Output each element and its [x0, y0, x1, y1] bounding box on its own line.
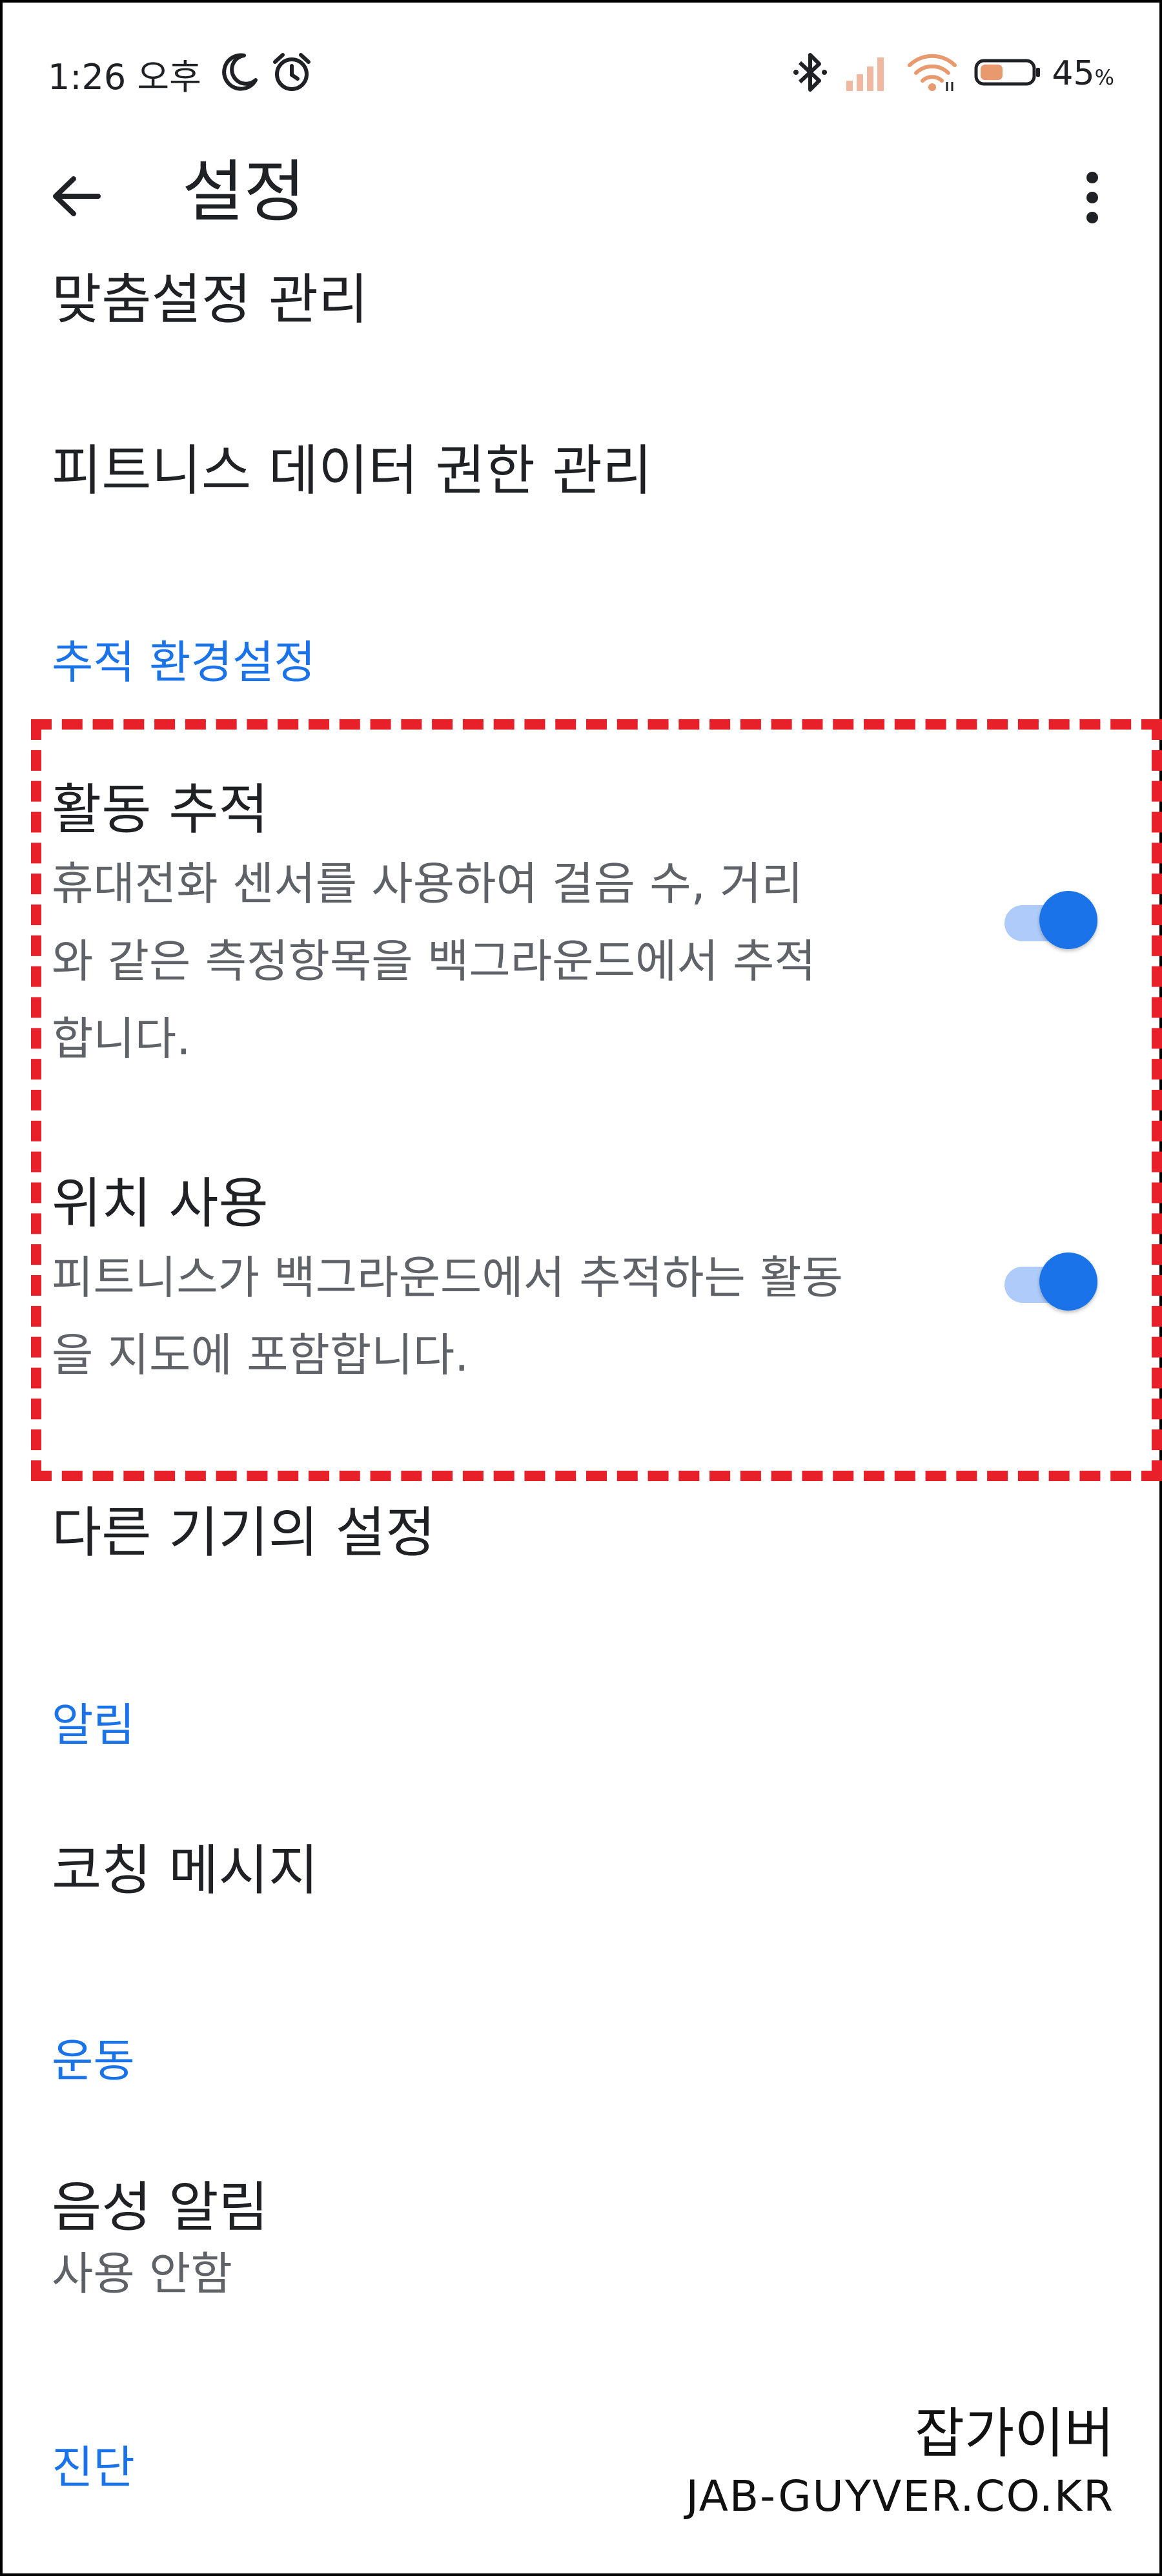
battery-percent: 45% [1052, 54, 1114, 93]
item-title: 코칭 메시지 [52, 1839, 319, 1902]
screen: 1:26 오후 45% 설정 맞춤설정 관리 피트니스 데이터 권한 관리 추적… [0, 0, 1162, 2576]
watermark-korean: 잡가이버 [914, 2402, 1114, 2465]
item-title: 피트니스 데이터 권한 관리 [52, 439, 653, 502]
section-header-diagnostics: 진단 [52, 2441, 135, 2494]
status-left: 1:26 오후 [48, 43, 314, 105]
status-bar: 1:26 오후 45% [48, 43, 1114, 105]
highlight-box [31, 719, 1162, 1481]
more-vert-icon [1086, 172, 1098, 223]
list-item-other-devices[interactable]: 다른 기기의 설정 [52, 1497, 435, 1568]
list-item-manage-personalization[interactable]: 맞춤설정 관리 [52, 264, 368, 335]
page-title: 설정 [182, 152, 306, 231]
item-title: 다른 기기의 설정 [52, 1501, 436, 1564]
item-title: 맞춤설정 관리 [52, 268, 369, 331]
list-item-coaching-messages[interactable]: 코칭 메시지 [52, 1835, 318, 1906]
app-bar: 설정 [3, 128, 1159, 264]
section-header-tracking: 추적 환경설정 [52, 636, 316, 689]
alarm-icon [270, 50, 314, 97]
status-right: 45% [775, 43, 1114, 105]
list-item-fitness-data-permissions[interactable]: 피트니스 데이터 권한 관리 [52, 435, 652, 506]
arrow-back-icon [53, 176, 101, 216]
status-time: 1:26 오후 [48, 56, 201, 97]
section-header-alerts: 알림 [52, 1699, 135, 1752]
list-item-voice-alerts[interactable]: 음성 알림 사용 안함 [52, 2172, 269, 2305]
bluetooth-icon [792, 50, 828, 97]
battery-icon [974, 57, 1041, 90]
cell-signal-icon [845, 52, 890, 95]
back-button[interactable] [48, 161, 125, 232]
item-title: 음성 알림 [52, 2176, 269, 2239]
moon-icon [218, 52, 260, 96]
section-header-workout: 운동 [52, 2034, 135, 2087]
more-options-button[interactable] [1073, 162, 1112, 233]
watermark: 잡가이버 JAB-GUYVER.CO.KR [686, 2398, 1114, 2524]
watermark-domain: JAB-GUYVER.CO.KR [686, 2471, 1114, 2521]
item-summary: 사용 안함 [52, 2247, 232, 2300]
wifi-icon [907, 52, 957, 95]
